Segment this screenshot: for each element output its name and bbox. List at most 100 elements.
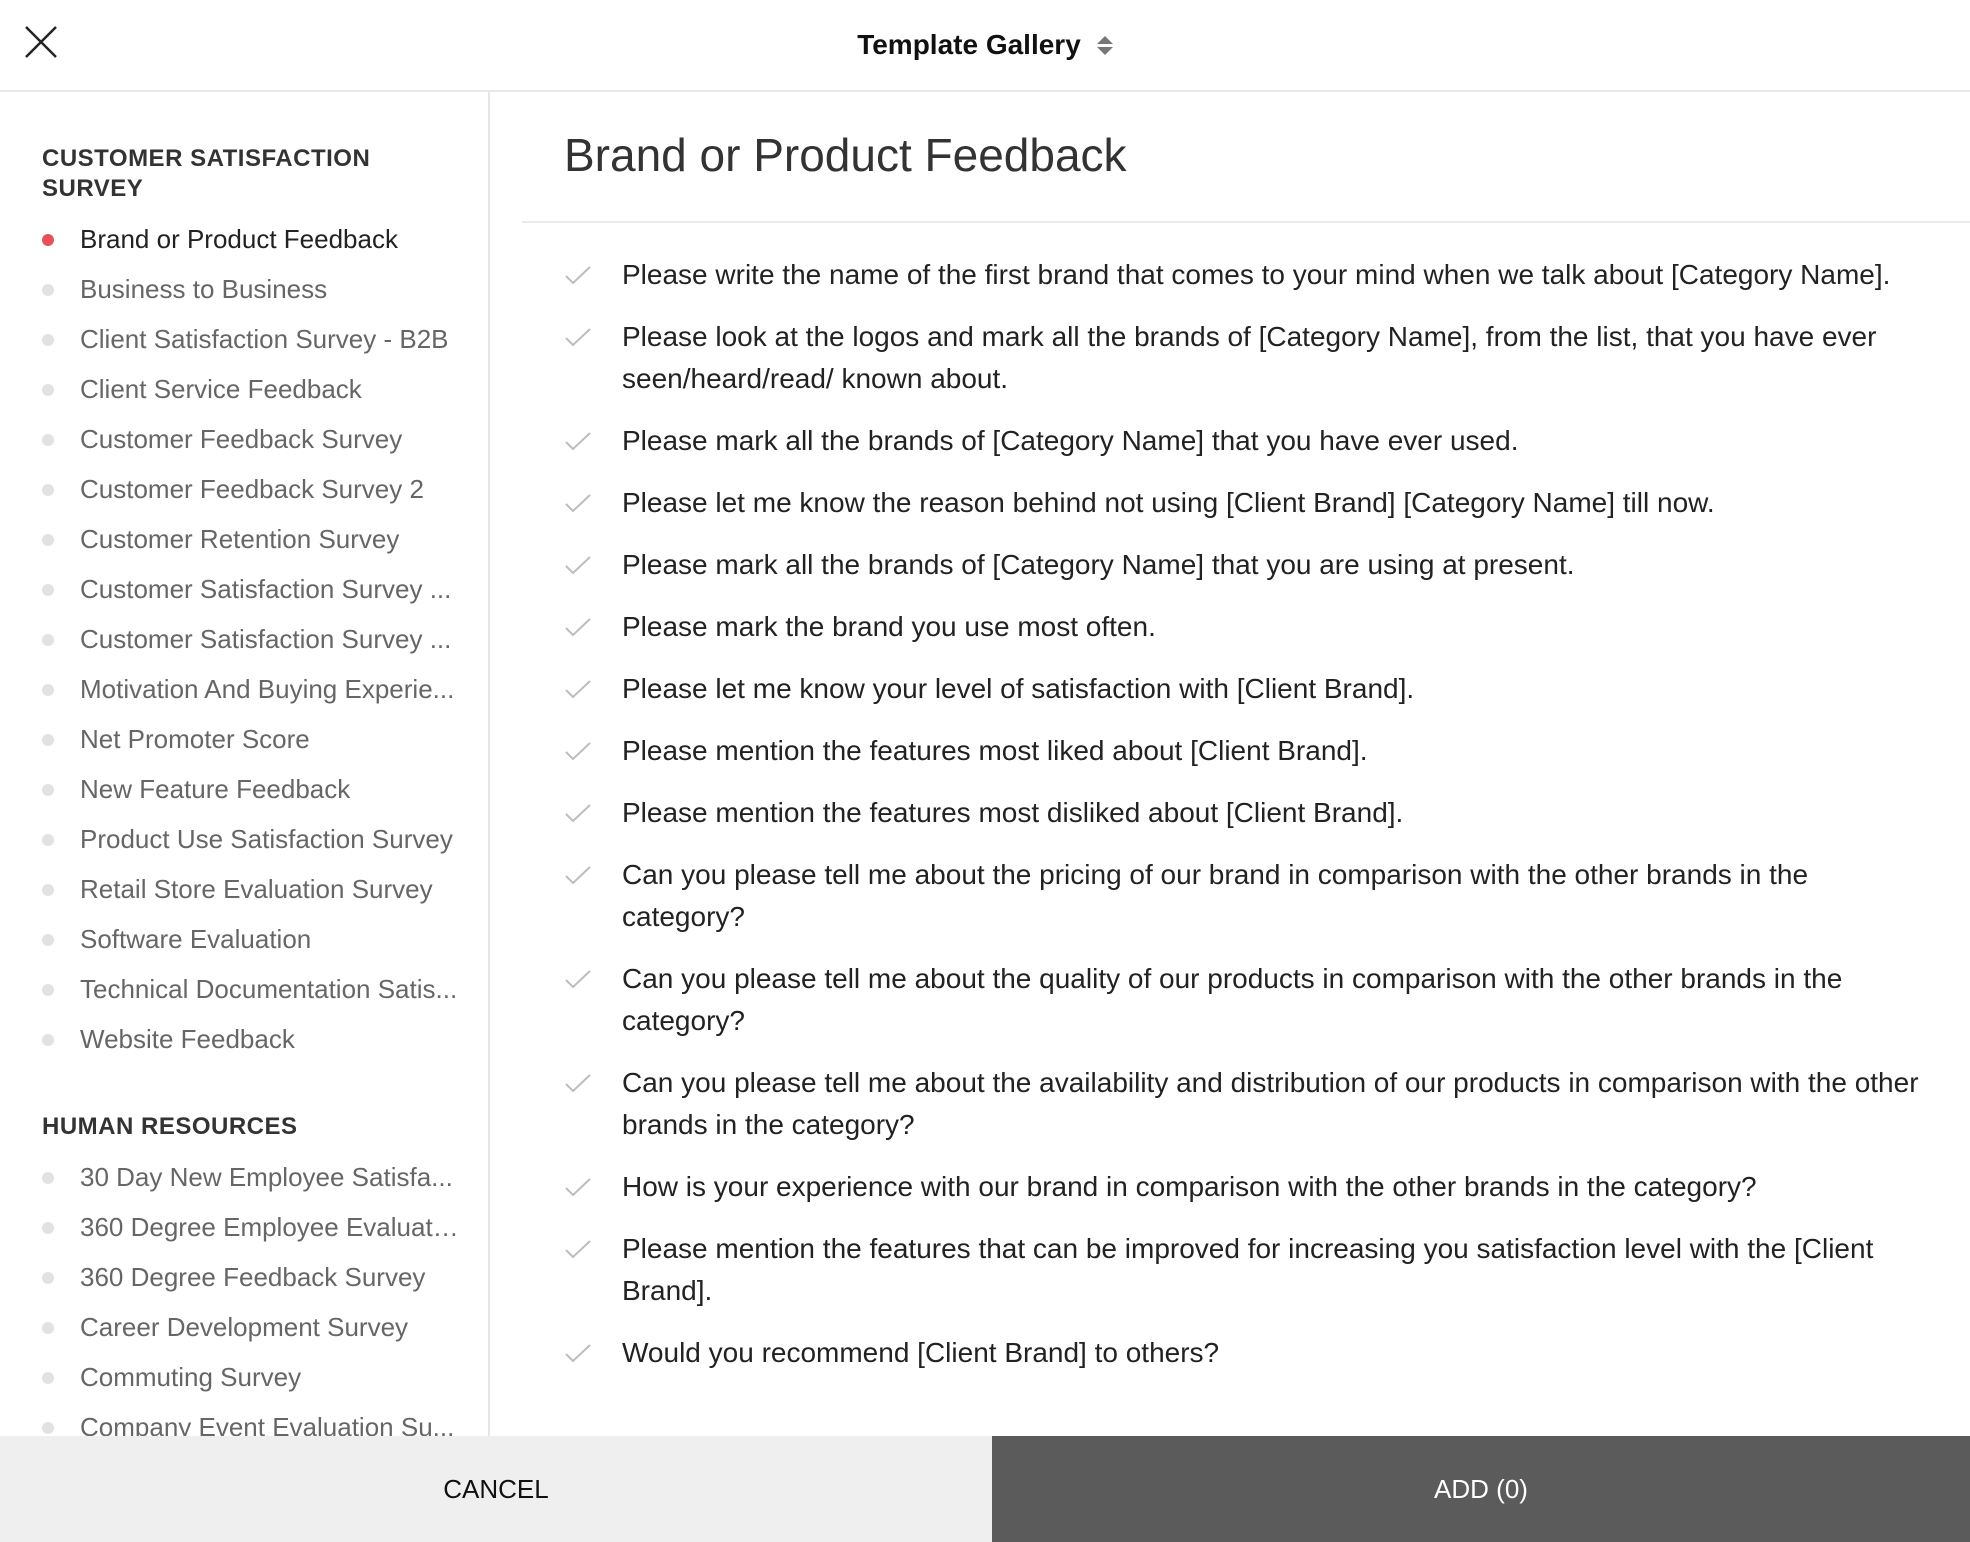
sidebar-item[interactable]: Customer Feedback Survey <box>0 414 464 464</box>
checkmark-icon <box>565 866 591 885</box>
divider <box>522 221 1970 223</box>
sidebar-item[interactable]: New Feature Feedback <box>0 764 464 814</box>
question-text: Please mention the features most dislike… <box>622 797 1404 828</box>
question-item: Can you please tell me about the pricing… <box>564 854 1924 938</box>
bullet-dot-icon <box>42 484 54 496</box>
question-list: Please write the name of the first brand… <box>564 254 1924 1394</box>
sidebar-item[interactable]: Client Satisfaction Survey - B2B <box>0 314 464 364</box>
cancel-button[interactable]: CANCEL <box>0 1436 992 1542</box>
bullet-dot-icon <box>42 1172 54 1184</box>
sidebar-item-label: 360 Degree Feedback Survey <box>80 1262 426 1292</box>
template-sidebar[interactable]: CUSTOMER SATISFACTION SURVEY Brand or Pr… <box>0 92 490 1436</box>
add-button[interactable]: ADD (0) <box>992 1436 1970 1542</box>
gallery-selector[interactable]: Template Gallery <box>0 0 1970 90</box>
checkmark-icon <box>565 970 591 989</box>
sidebar-item-label: 30 Day New Employee Satisfa... <box>80 1162 453 1192</box>
question-item: Please mark the brand you use most often… <box>564 606 1924 648</box>
sidebar-item-label: Customer Feedback Survey <box>80 424 403 454</box>
sidebar-item[interactable]: Customer Satisfaction Survey ... <box>0 564 464 614</box>
sidebar-item-label: Commuting Survey <box>80 1362 302 1392</box>
question-text: Can you please tell me about the pricing… <box>622 859 1809 932</box>
question-text: Would you recommend [Client Brand] to ot… <box>622 1337 1220 1368</box>
bullet-dot-icon <box>42 884 54 896</box>
question-text: Please let me know your level of satisfa… <box>622 673 1415 704</box>
sidebar-item[interactable]: Brand or Product Feedback <box>0 214 464 264</box>
sidebar-item-label: Customer Satisfaction Survey ... <box>80 624 452 654</box>
question-item: Please mention the features most dislike… <box>564 792 1924 834</box>
checkmark-icon <box>565 1344 591 1363</box>
sidebar-item[interactable]: Motivation And Buying Experie... <box>0 664 464 714</box>
template-list: Brand or Product Feedback Business to Bus… <box>0 214 488 1064</box>
sidebar-item-label: Technical Documentation Satis... <box>80 974 458 1004</box>
bullet-dot-icon <box>42 984 54 996</box>
sidebar-item[interactable]: Software Evaluation <box>0 914 464 964</box>
question-item: Please let me know the reason behind not… <box>564 482 1924 524</box>
sidebar-item[interactable]: Technical Documentation Satis... <box>0 964 464 1014</box>
bullet-dot-icon <box>42 1272 54 1284</box>
sidebar-item[interactable]: Company Event Evaluation Su... <box>0 1402 464 1436</box>
bullet-dot-icon <box>42 784 54 796</box>
question-item: How is your experience with our brand in… <box>564 1166 1924 1208</box>
sidebar-item[interactable]: Net Promoter Score <box>0 714 464 764</box>
question-item: Can you please tell me about the availab… <box>564 1062 1924 1146</box>
sidebar-item-label: Customer Retention Survey <box>80 524 400 554</box>
sidebar-item-label: Motivation And Buying Experie... <box>80 674 455 704</box>
bullet-dot-icon <box>42 284 54 296</box>
sidebar-item[interactable]: Client Service Feedback <box>0 364 464 414</box>
sidebar-item-label: Company Event Evaluation Su... <box>80 1412 455 1436</box>
sidebar-item-label: Business to Business <box>80 274 328 304</box>
question-text: Can you please tell me about the availab… <box>622 1067 1919 1140</box>
sidebar-item-label: Retail Store Evaluation Survey <box>80 874 433 904</box>
sidebar-item-label: Brand or Product Feedback <box>80 224 398 254</box>
sidebar-item-label: Product Use Satisfaction Survey <box>80 824 453 854</box>
question-item: Please mention the features most liked a… <box>564 730 1924 772</box>
checkmark-icon <box>565 328 591 347</box>
question-text: Please look at the logos and mark all th… <box>622 321 1877 394</box>
checkmark-icon <box>565 618 591 637</box>
bullet-dot-icon <box>42 1372 54 1384</box>
sidebar-item[interactable]: Customer Feedback Survey 2 <box>0 464 464 514</box>
question-text: Please mark the brand you use most often… <box>622 611 1156 642</box>
bullet-dot-icon <box>42 534 54 546</box>
bullet-dot-icon <box>42 434 54 446</box>
question-text: Please mention the features that can be … <box>622 1233 1874 1306</box>
checkmark-icon <box>565 1240 591 1259</box>
sidebar-item[interactable]: Retail Store Evaluation Survey <box>0 864 464 914</box>
sidebar-item-label: Net Promoter Score <box>80 724 310 754</box>
question-text: Please write the name of the first brand… <box>622 259 1891 290</box>
question-item: Would you recommend [Client Brand] to ot… <box>564 1332 1924 1374</box>
sidebar-item[interactable]: Commuting Survey <box>0 1352 464 1402</box>
sidebar-item-label: Website Feedback <box>80 1024 295 1054</box>
footer-actions: CANCEL ADD (0) <box>0 1436 1970 1542</box>
question-item: Please mark all the brands of [Category … <box>564 544 1924 586</box>
checkmark-icon <box>565 1074 591 1093</box>
checkmark-icon <box>565 432 591 451</box>
sidebar-item[interactable]: Product Use Satisfaction Survey <box>0 814 464 864</box>
section-title: HUMAN RESOURCES <box>42 1113 298 1140</box>
checkmark-icon <box>565 556 591 575</box>
sidebar-item-label: Client Service Feedback <box>80 374 362 404</box>
sidebar-item[interactable]: 360 Degree Feedback Survey <box>0 1252 464 1302</box>
sidebar-item[interactable]: Customer Satisfaction Survey ... <box>0 614 464 664</box>
question-text: Please mention the features most liked a… <box>622 735 1368 766</box>
sidebar-item[interactable]: Website Feedback <box>0 1014 464 1064</box>
sidebar-item[interactable]: 30 Day New Employee Satisfa... <box>0 1152 464 1202</box>
question-item: Please mention the features that can be … <box>564 1228 1924 1312</box>
question-item: Please mark all the brands of [Category … <box>564 420 1924 462</box>
sidebar-item[interactable]: 360 Degree Employee Evaluation <box>0 1202 464 1252</box>
question-text: How is your experience with our brand in… <box>622 1171 1757 1202</box>
sidebar-item-label: New Feature Feedback <box>80 774 351 804</box>
question-text: Please mark all the brands of [Category … <box>622 425 1519 456</box>
sidebar-item[interactable]: Career Development Survey <box>0 1302 464 1352</box>
bullet-dot-icon <box>42 334 54 346</box>
sidebar-item-label: Career Development Survey <box>80 1312 409 1342</box>
sidebar-item[interactable]: Business to Business <box>0 264 464 314</box>
active-dot-icon <box>42 234 54 246</box>
checkmark-icon <box>565 742 591 761</box>
bullet-dot-icon <box>42 934 54 946</box>
bullet-dot-icon <box>42 834 54 846</box>
checkmark-icon <box>565 1178 591 1197</box>
header-bar: Template Gallery <box>0 0 1970 92</box>
sidebar-item[interactable]: Customer Retention Survey <box>0 514 464 564</box>
question-item: Can you please tell me about the quality… <box>564 958 1924 1042</box>
